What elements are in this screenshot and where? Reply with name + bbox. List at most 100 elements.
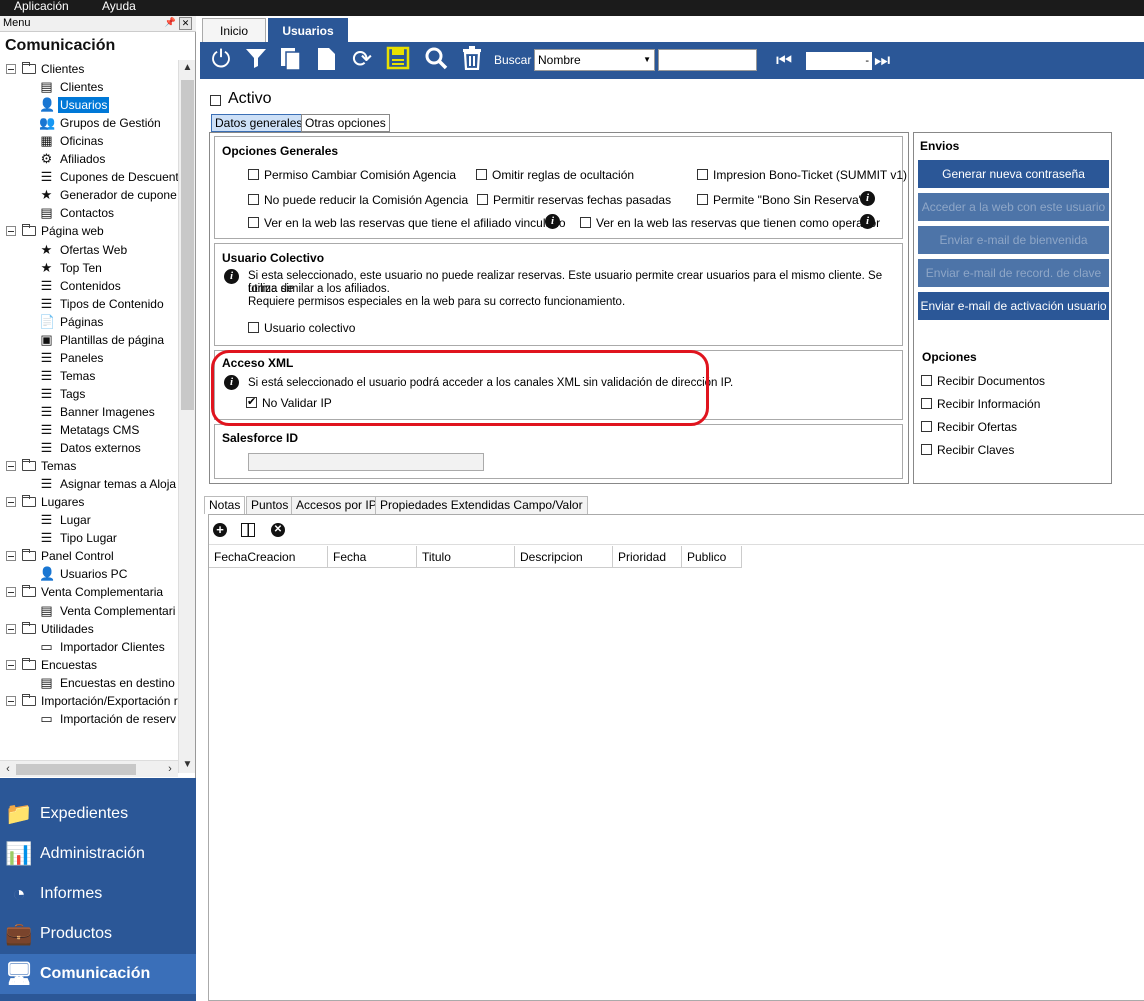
collapse-icon[interactable] (6, 695, 16, 706)
tree-group[interactable]: Venta Complementaria (0, 583, 178, 601)
search-icon[interactable] (422, 46, 450, 74)
collapse-icon[interactable] (6, 623, 16, 634)
collapse-icon[interactable] (6, 497, 16, 508)
filter-icon[interactable] (242, 46, 270, 74)
tree-item[interactable]: 👤 Usuarios (0, 96, 178, 114)
tree-group[interactable]: Panel Control (0, 547, 178, 565)
salesforce-id-input[interactable] (248, 453, 484, 471)
info-icon[interactable]: i (545, 214, 560, 229)
module-informes[interactable]: ◔ Informes (0, 874, 196, 914)
collapse-icon[interactable] (6, 226, 16, 237)
tree-item[interactable]: ▤ Contactos (0, 204, 178, 222)
tree-item[interactable]: ▤ Encuestas en destino (0, 674, 178, 692)
scroll-up-icon[interactable]: ▲ (179, 60, 196, 76)
info-icon[interactable]: i (860, 214, 875, 229)
column-descripcion[interactable]: Descripcion (515, 546, 613, 568)
collapse-icon[interactable] (6, 551, 16, 562)
acceder-web-button[interactable]: Acceder a la web con este usuario (918, 193, 1109, 221)
tree-group[interactable]: Encuestas (0, 656, 178, 674)
refresh-icon[interactable]: ⟳ (348, 46, 376, 74)
tree-item[interactable]: ▤ Clientes (0, 78, 178, 96)
tab-inicio[interactable]: Inicio (202, 18, 266, 42)
tree-vertical-scrollbar[interactable]: ▲ ▼ (178, 60, 195, 773)
module-administración[interactable]: 📊 Administración (0, 834, 196, 874)
tree-item[interactable]: 👤 Usuarios PC (0, 565, 178, 583)
delete-icon[interactable] (458, 46, 486, 74)
tab-otras-opciones[interactable]: Otras opciones (301, 114, 390, 132)
last-page-icon[interactable]: ⏭ (874, 48, 890, 72)
column-titulo[interactable]: Titulo (417, 546, 515, 568)
tree-item[interactable]: ★ Generador de cupone (0, 186, 178, 204)
column-fecha[interactable]: Fecha (328, 546, 417, 568)
tree-item[interactable]: ▭ Importador Clientes (0, 638, 178, 656)
scroll-right-icon[interactable]: › (162, 761, 178, 778)
search-field-select[interactable]: Nombre ▼ (534, 49, 655, 71)
tree-item[interactable]: ☰ Lugar (0, 511, 178, 529)
tab-puntos[interactable]: Puntos (246, 496, 294, 514)
tab-accesos-ip[interactable]: Accesos por IP (291, 496, 382, 514)
tree-item[interactable]: ☰ Banner Imagenes (0, 403, 178, 421)
collapse-icon[interactable] (6, 587, 16, 598)
tree-item[interactable]: ⚙ Afiliados (0, 150, 178, 168)
search-input[interactable] (658, 49, 757, 71)
tree-item[interactable]: ★ Ofertas Web (0, 241, 178, 259)
first-page-icon[interactable]: ⏮ (776, 48, 792, 72)
menu-ayuda[interactable]: Ayuda (102, 0, 136, 12)
tree-item[interactable]: ☰ Contenidos (0, 277, 178, 295)
pin-icon[interactable]: 📌 (164, 17, 177, 30)
enviar-bienvenida-button[interactable]: Enviar e-mail de bienvenida (918, 226, 1109, 254)
scroll-left-icon[interactable]: ‹ (0, 761, 16, 778)
scroll-down-icon[interactable]: ▼ (179, 757, 196, 773)
tree-horizontal-scrollbar[interactable]: ‹ › (0, 760, 178, 777)
tree-group[interactable]: Temas (0, 457, 178, 475)
info-icon[interactable]: i (860, 191, 875, 206)
activo-checkbox[interactable] (210, 95, 221, 106)
page-input[interactable]: - (806, 52, 872, 70)
tree-item[interactable]: ☰ Temas (0, 367, 178, 385)
tree-item[interactable]: 👥 Grupos de Gestión (0, 114, 178, 132)
tree-group[interactable]: Utilidades (0, 620, 178, 638)
tree-item[interactable]: ★ Top Ten (0, 259, 178, 277)
tree-group[interactable]: Página web (0, 222, 178, 240)
column-prioridad[interactable]: Prioridad (613, 546, 682, 568)
copy-icon[interactable] (277, 46, 305, 74)
module-productos[interactable]: 💼 Productos (0, 914, 196, 954)
collapse-icon[interactable] (6, 461, 16, 472)
tab-propiedades-extendidas[interactable]: Propiedades Extendidas Campo/Valor (375, 496, 588, 514)
tree-group[interactable]: Clientes (0, 60, 178, 78)
tree-item[interactable]: ☰ Datos externos (0, 439, 178, 457)
column-publico[interactable]: Publico (682, 546, 742, 568)
tree-group[interactable]: Lugares (0, 493, 178, 511)
tree-item[interactable]: ▣ Plantillas de página (0, 331, 178, 349)
tree-group[interactable]: Importación/Exportación r (0, 692, 178, 710)
collapse-icon[interactable] (6, 64, 16, 74)
tree-item[interactable]: ☰ Paneles (0, 349, 178, 367)
tree-item[interactable]: 📄 Páginas (0, 313, 178, 331)
tree-item[interactable]: ▭ Importación de reserv (0, 710, 178, 728)
new-document-icon[interactable] (312, 46, 340, 74)
enviar-activacion-button[interactable]: Enviar e-mail de activación usuario (918, 292, 1109, 320)
power-icon[interactable]: ⏻ (207, 46, 235, 74)
tree-item[interactable]: ☰ Tags (0, 385, 178, 403)
column-fechacreacion[interactable]: FechaCreacion (209, 546, 328, 568)
enviar-record-clave-button[interactable]: Enviar e-mail de record. de clave (918, 259, 1109, 287)
scroll-thumb[interactable] (181, 80, 194, 410)
module-expedientes[interactable]: 📁 Expedientes (0, 794, 196, 834)
add-icon[interactable]: + (213, 523, 227, 537)
tab-datos-generales[interactable]: Datos generales (211, 114, 307, 132)
tab-notas[interactable]: Notas (204, 496, 246, 514)
menu-aplicacion[interactable]: Aplicación (14, 0, 69, 12)
save-icon[interactable] (384, 46, 412, 74)
close-icon[interactable]: ✕ (179, 17, 192, 30)
tree-item[interactable]: ☰ Metatags CMS (0, 421, 178, 439)
tree-item[interactable]: ☰ Tipos de Contenido (0, 295, 178, 313)
hscroll-thumb[interactable] (16, 764, 136, 775)
tree-item[interactable]: ☰ Asignar temas a Aloja (0, 475, 178, 493)
collapse-icon[interactable] (6, 659, 16, 670)
tree-item[interactable]: ☰ Cupones de Descuent (0, 168, 178, 186)
module-comunicación[interactable]: 🖥 Comunicación (0, 954, 196, 994)
tab-usuarios[interactable]: Usuarios (268, 18, 348, 42)
columns-icon[interactable] (241, 523, 255, 537)
remove-icon[interactable]: ✕ (271, 523, 285, 537)
tree-item[interactable]: ▤ Venta Complementari (0, 602, 178, 620)
